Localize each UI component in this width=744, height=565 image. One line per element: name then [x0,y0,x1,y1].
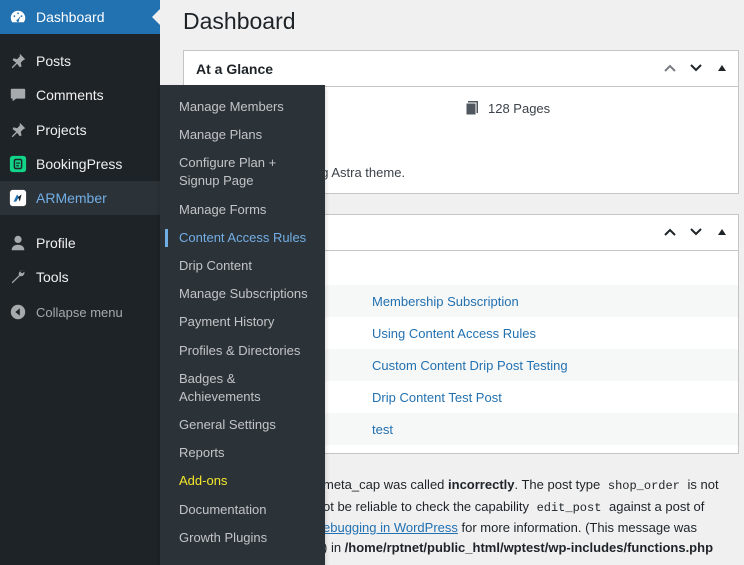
pages-count-link[interactable]: 128 Pages [464,100,550,116]
widget-controls [662,51,730,87]
sidebar-item-bookingpress[interactable]: BookingPress [0,147,160,181]
wrench-icon [0,268,36,286]
collapse-menu-button[interactable]: Collapse menu [0,295,160,329]
submenu-item-reports[interactable]: Reports [160,444,325,462]
pages-count: 128 Pages [488,100,551,116]
sidebar-item-label: Projects [36,122,87,138]
sidebar-item-tools[interactable]: Tools [0,260,160,294]
toggle-panel-button[interactable] [714,61,730,77]
sidebar-item-profile[interactable]: Profile [0,226,160,260]
submenu-item-payment-history[interactable]: Payment History [160,313,325,331]
triangle-up-icon [718,229,726,235]
sidebar-item-label: Profile [36,235,76,251]
submenu-item-manage-members[interactable]: Manage Members [160,98,325,116]
sidebar-item-label: Dashboard [36,9,105,25]
theme-info: ng Astra theme. [314,165,406,180]
widget-header: At a Glance [184,51,738,87]
toggle-panel-button[interactable] [714,225,730,241]
page-title: Dashboard [183,8,296,34]
sidebar-item-posts[interactable]: Posts [0,44,160,78]
chevron-down-icon [690,64,702,72]
bookingpress-icon [0,155,36,173]
move-up-button[interactable] [662,61,678,77]
post-link[interactable]: Membership Subscription [372,294,519,309]
widget-controls [662,215,730,251]
chevron-up-icon [664,228,676,236]
sidebar-item-comments[interactable]: Comments [0,78,160,112]
submenu-item-manage-forms[interactable]: Manage Forms [160,201,325,219]
collapse-icon [0,303,36,321]
sidebar-item-label: BookingPress [36,156,123,172]
sidebar-item-armember[interactable]: ARMember [0,181,160,215]
widget-title: At a Glance [196,60,274,77]
pages-icon [465,101,478,116]
admin-sidebar: Dashboard Posts Comments Projects Bookin… [0,0,160,565]
sidebar-item-label: Comments [36,87,104,103]
submenu-item-manage-plans[interactable]: Manage Plans [160,126,325,144]
chevron-down-icon [690,228,702,236]
sidebar-item-label: Collapse menu [36,304,123,320]
move-down-button[interactable] [688,61,704,77]
triangle-up-icon [718,65,726,71]
comment-icon [0,86,36,104]
current-indicator [152,9,160,25]
pin-icon [0,52,36,70]
move-down-button[interactable] [688,225,704,241]
armember-icon [0,189,36,207]
sidebar-item-dashboard[interactable]: Dashboard [0,0,160,34]
dashboard-icon [0,8,36,26]
submenu-item-drip-content[interactable]: Drip Content [160,257,325,275]
post-link[interactable]: Custom Content Drip Post Testing [372,358,568,373]
submenu-item-documentation[interactable]: Documentation [160,501,325,519]
sidebar-item-label: Posts [36,53,72,69]
submenu-item-profiles-directories[interactable]: Profiles & Directories [160,342,325,360]
user-icon [0,234,36,252]
debugging-link[interactable]: ebugging in WordPress [323,520,458,535]
armember-submenu: Manage Members Manage Plans Configure Pl… [160,85,325,565]
post-link[interactable]: Using Content Access Rules [372,326,536,341]
flyout-indicator [152,190,160,206]
submenu-item-badges-achievements[interactable]: Badges & Achievements [160,370,325,406]
sidebar-item-projects[interactable]: Projects [0,113,160,147]
sidebar-item-label: ARMember [36,190,107,206]
post-link[interactable]: test [372,422,393,437]
sidebar-item-label: Tools [36,269,69,285]
submenu-item-manage-subscriptions[interactable]: Manage Subscriptions [160,285,325,303]
submenu-item-content-access-rules[interactable]: Content Access Rules [160,229,325,247]
chevron-up-icon [664,64,676,72]
submenu-item-configure-plan[interactable]: Configure Plan + Signup Page [160,154,325,190]
pin-icon [0,121,36,139]
submenu-item-add-ons[interactable]: Add-ons [160,472,325,490]
submenu-item-growth-plugins[interactable]: Growth Plugins [160,529,325,547]
move-up-button[interactable] [662,225,678,241]
submenu-item-general-settings[interactable]: General Settings [160,416,325,434]
post-link[interactable]: Drip Content Test Post [372,390,502,405]
